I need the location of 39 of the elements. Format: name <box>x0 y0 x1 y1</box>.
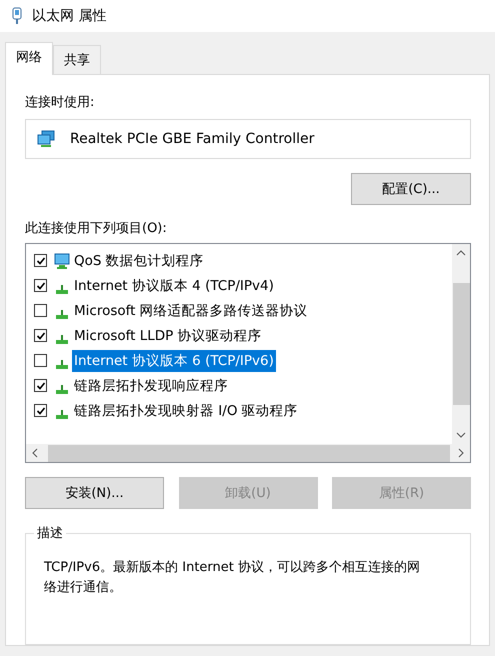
checkbox[interactable] <box>34 404 47 417</box>
scroll-up-icon[interactable] <box>456 250 466 256</box>
checkbox[interactable] <box>34 279 47 292</box>
component-item[interactable]: Microsoft 网络适配器多路传送器协议 <box>72 300 310 322</box>
checkbox[interactable] <box>34 329 47 342</box>
network-protocol-icon <box>56 310 68 319</box>
tab[interactable]: 网络 <box>5 42 53 75</box>
connect-using-label: 连接时使用: <box>25 94 94 111</box>
network-protocol-icon <box>56 410 68 419</box>
checkbox[interactable] <box>34 254 47 267</box>
component-item[interactable]: 链路层拓扑发现响应程序 <box>72 374 230 396</box>
checkbox[interactable] <box>34 354 47 367</box>
configure-button[interactable]: 配置(C)... <box>351 173 471 205</box>
tab[interactable]: 共享 <box>53 45 101 74</box>
description-text: TCP/IPv6。最新版本的 Internet 协议，可以跨多个相互连接的网络进行通信。 <box>44 559 421 597</box>
scroll-left-icon[interactable] <box>32 448 38 458</box>
network-computers-icon <box>36 130 56 148</box>
component-item[interactable]: 链路层拓扑发现映射器 I/O 驱动程序 <box>72 400 300 422</box>
component-item[interactable]: Internet 协议版本 4 (TCP/IPv4) <box>72 274 276 296</box>
component-item[interactable]: QoS 数据包计划程序 <box>72 250 206 272</box>
monitor-icon <box>53 252 71 270</box>
adapter-field: Realtek PCIe GBE Family Controller <box>25 119 471 159</box>
network-protocol-icon <box>56 285 68 294</box>
checkbox[interactable] <box>34 304 47 317</box>
description-label: 描述 <box>34 524 66 542</box>
checkbox[interactable] <box>34 379 47 392</box>
network-protocol-icon <box>56 385 68 394</box>
window-title: 以太网 属性 <box>32 7 106 25</box>
scroll-right-icon[interactable] <box>458 448 464 458</box>
horizontal-scrollbar[interactable] <box>26 444 470 462</box>
network-protocol-icon <box>56 360 68 369</box>
network-protocol-icon <box>56 335 68 344</box>
ethernet-plug-icon <box>12 7 22 25</box>
component-item[interactable]: Internet 协议版本 6 (TCP/IPv6) <box>72 350 276 372</box>
action-button[interactable]: 安装(N)... <box>25 477 164 509</box>
vertical-scrollbar[interactable] <box>452 244 470 444</box>
component-item[interactable]: Microsoft LLDP 协议驱动程序 <box>72 324 264 346</box>
scroll-down-icon[interactable] <box>456 432 466 438</box>
items-label: 此连接使用下列项目(O): <box>25 220 167 237</box>
